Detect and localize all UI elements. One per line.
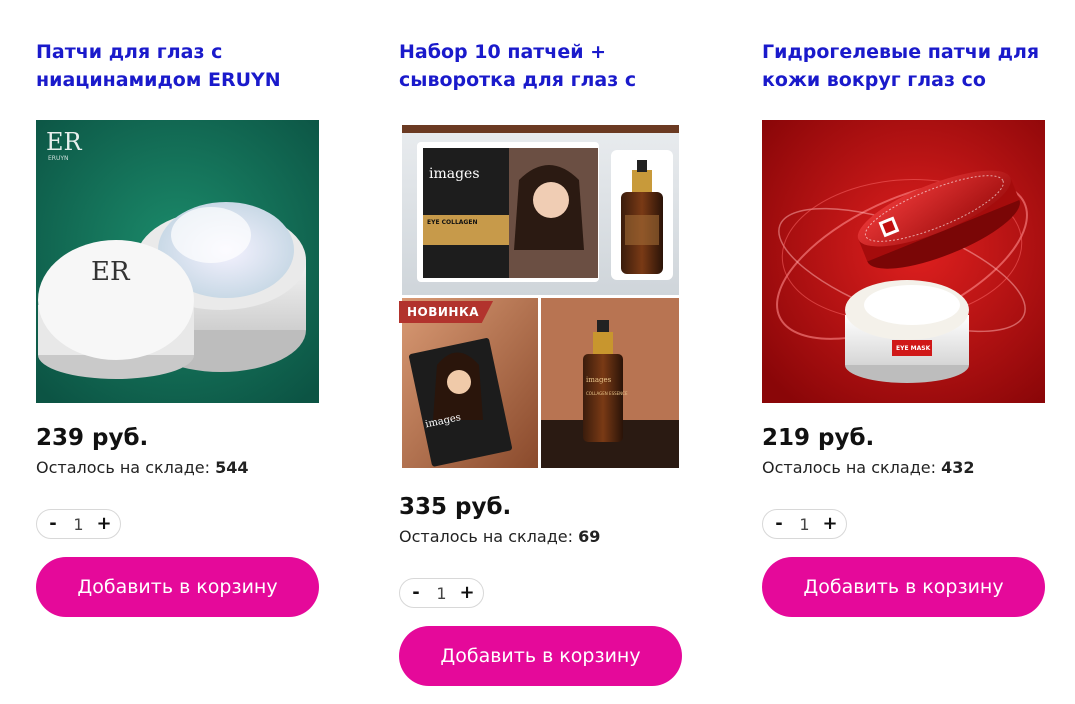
- increase-qty-button[interactable]: +: [459, 579, 475, 607]
- add-to-cart-button[interactable]: Добавить в корзину: [36, 557, 319, 617]
- jar-label-text: EYE MASK: [896, 345, 931, 352]
- add-to-cart-button[interactable]: Добавить в корзину: [399, 626, 682, 686]
- product-price: 239 руб.: [36, 425, 149, 451]
- quantity-stepper: - +: [399, 578, 484, 608]
- product-title-link[interactable]: Набор 10 патчей + сыворотка для глаз с: [399, 38, 683, 94]
- stock-count: 544: [215, 458, 249, 477]
- stock-label: Осталось на складе:: [36, 458, 216, 477]
- product-card: Гидрогелевые патчи для кожи вокруг глаз …: [762, 38, 1046, 617]
- product-price: 219 руб.: [762, 425, 875, 451]
- decrease-qty-button[interactable]: -: [408, 579, 424, 607]
- stock-label: Осталось на складе:: [762, 458, 942, 477]
- increase-qty-button[interactable]: +: [96, 510, 112, 538]
- product-title-link[interactable]: Патчи для глаз с ниацинамидом ERUYN ICE: [36, 38, 320, 94]
- decrease-qty-button[interactable]: -: [771, 510, 787, 538]
- quantity-stepper: - +: [762, 509, 847, 539]
- quantity-input[interactable]: [429, 583, 454, 603]
- quantity-input[interactable]: [792, 514, 817, 534]
- product-image[interactable]: ER ER ERUYN: [36, 120, 319, 403]
- serum-name-text: COLLAGEN ESSENCE: [586, 391, 628, 396]
- product-image[interactable]: images EYE COLLAGEN images images COLLAG…: [399, 120, 682, 472]
- stock-count: 432: [941, 458, 975, 477]
- corner-logo-text: ER: [46, 128, 83, 156]
- product-price: 335 руб.: [399, 494, 512, 520]
- stock-info: Осталось на складе: 432: [762, 457, 1046, 479]
- stock-info: Осталось на складе: 69: [399, 526, 683, 548]
- product-title-link[interactable]: Гидрогелевые патчи для кожи вокруг глаз …: [762, 38, 1046, 94]
- tray-product-text: EYE COLLAGEN: [427, 219, 477, 226]
- product-card: Набор 10 патчей + сыворотка для глаз с i…: [399, 38, 683, 686]
- increase-qty-button[interactable]: +: [822, 510, 838, 538]
- add-to-cart-button[interactable]: Добавить в корзину: [762, 557, 1045, 617]
- stock-label: Осталось на складе:: [399, 527, 579, 546]
- serum-brand-text: images: [586, 376, 612, 384]
- tray-brand-text: images: [429, 166, 480, 182]
- product-grid: Патчи для глаз с ниацинамидом ERUYN ICE: [0, 0, 1075, 704]
- new-badge: НОВИНКА: [399, 301, 494, 323]
- product-card: Патчи для глаз с ниацинамидом ERUYN ICE: [36, 38, 320, 617]
- quantity-stepper: - +: [36, 509, 121, 539]
- corner-brand-text: ERUYN: [48, 155, 69, 162]
- product-image[interactable]: EYE MASK: [762, 120, 1045, 403]
- stock-count: 69: [578, 527, 601, 546]
- quantity-input[interactable]: [66, 514, 91, 534]
- decrease-qty-button[interactable]: -: [45, 510, 61, 538]
- stock-info: Осталось на складе: 544: [36, 457, 320, 479]
- lid-logo-text: ER: [91, 257, 131, 287]
